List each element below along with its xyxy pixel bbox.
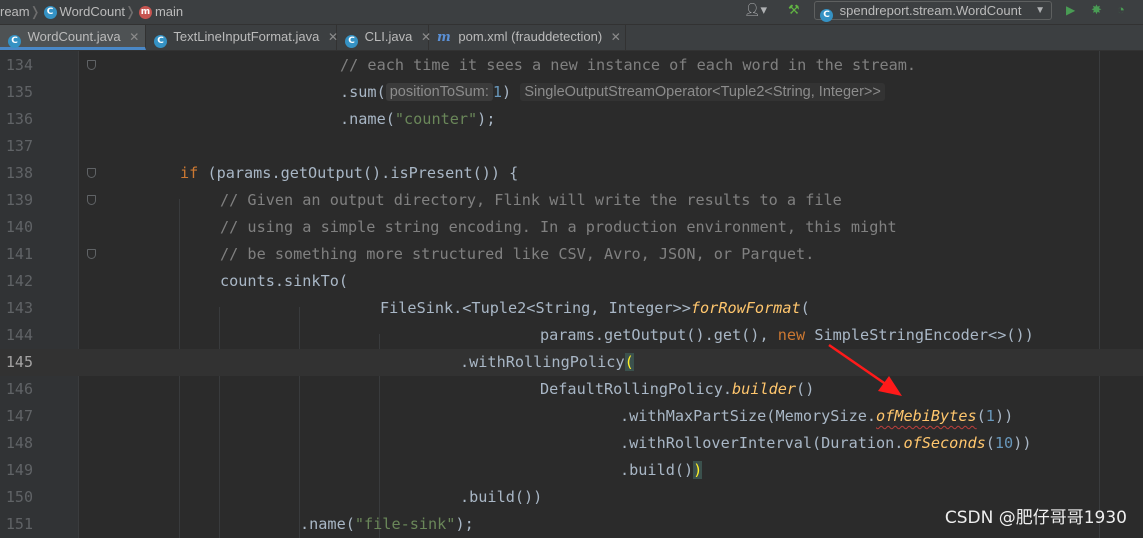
tab-wordcount[interactable]: C WordCount.java ✕ bbox=[0, 25, 146, 50]
tab-pom-xml[interactable]: m pom.xml (frauddetection) ✕ bbox=[429, 25, 626, 50]
class-icon: C bbox=[154, 35, 167, 48]
class-icon: C bbox=[820, 9, 833, 22]
breadcrumb: ream ❭ C WordCount ❭ m main bbox=[0, 0, 183, 24]
run-configuration-select[interactable]: C spendreport.stream.WordCount ▼ bbox=[814, 1, 1052, 22]
tab-label: WordCount.java bbox=[27, 29, 121, 44]
run-icon[interactable]: ▶ bbox=[1066, 0, 1075, 22]
debug-icon[interactable]: ✸ bbox=[1091, 0, 1102, 22]
coverage-icon[interactable]: ◔ bbox=[1117, 0, 1125, 22]
watermark: CSDN @肥仔哥哥1930 bbox=[944, 508, 1127, 528]
editor-tab-bar: C WordCount.java ✕ C TextLineInputFormat… bbox=[0, 25, 1143, 51]
maven-icon: m bbox=[437, 30, 451, 45]
close-icon[interactable]: ✕ bbox=[611, 30, 621, 44]
breadcrumb-item-class[interactable]: WordCount bbox=[60, 2, 126, 22]
tab-cli[interactable]: C CLI.java ✕ bbox=[337, 25, 431, 50]
tab-label: TextLineInputFormat.java bbox=[173, 29, 320, 44]
tab-label: pom.xml (frauddetection) bbox=[458, 29, 603, 44]
user-icon[interactable]: 👤︎▾ bbox=[744, 0, 767, 22]
method-icon: m bbox=[138, 5, 152, 19]
breadcrumb-item-package[interactable]: ream bbox=[0, 2, 30, 22]
close-icon[interactable]: ✕ bbox=[129, 30, 139, 44]
navigation-bar: ream ❭ C WordCount ❭ m main 👤︎▾ ⚒︎ C spe… bbox=[0, 0, 1143, 25]
dropdown-arrow-icon: ▼ bbox=[1035, 5, 1045, 16]
annotation-arrow-icon bbox=[828, 343, 902, 396]
class-icon: C bbox=[345, 35, 358, 48]
chevron-right-icon: ❭ bbox=[125, 4, 136, 19]
chevron-right-icon: ❭ bbox=[29, 4, 41, 19]
tab-textlineinputformat[interactable]: C TextLineInputFormat.java ✕ bbox=[146, 25, 338, 50]
breadcrumb-item-method[interactable]: main bbox=[155, 2, 183, 22]
class-icon: C bbox=[43, 5, 57, 19]
run-configuration-label: spendreport.stream.WordCount bbox=[839, 3, 1022, 18]
hammer-build-icon[interactable]: ⚒︎ bbox=[788, 0, 800, 22]
class-icon: C bbox=[8, 35, 21, 48]
code-editor[interactable]: 134 // each time it sees a new instance … bbox=[0, 51, 1143, 538]
tab-label: CLI.java bbox=[364, 29, 413, 44]
